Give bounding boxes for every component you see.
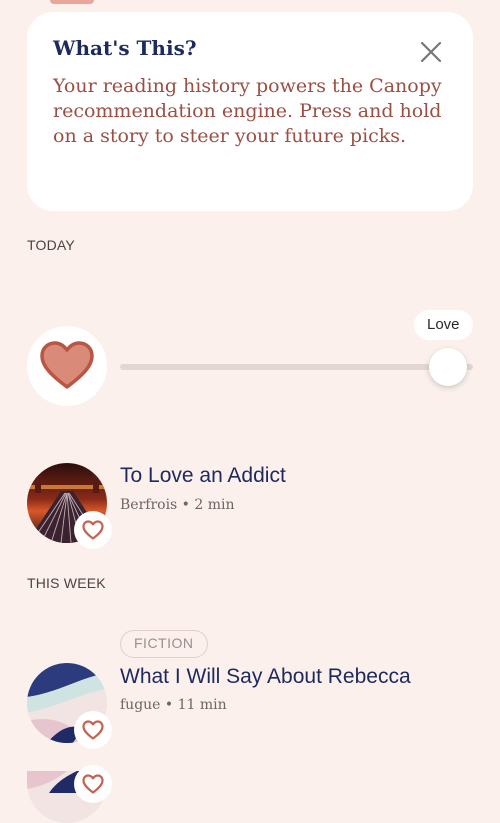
story-meta: fugue • 11 min [120, 697, 227, 713]
story-title[interactable]: To Love an Addict [120, 464, 286, 488]
info-card-title: What's This? [53, 36, 197, 60]
sentiment-heart-circle [27, 326, 107, 406]
sentiment-slider-track[interactable] [120, 364, 473, 370]
heart-outline-icon [82, 520, 104, 540]
heart-outline-icon [82, 720, 104, 740]
heart-icon [40, 341, 94, 389]
favorite-badge[interactable] [74, 711, 112, 749]
genre-tag: FICTION [120, 630, 208, 658]
favorite-badge[interactable] [74, 511, 112, 549]
heart-outline-icon [82, 774, 104, 794]
sentiment-slider-thumb[interactable] [429, 348, 468, 386]
section-label-this-week: THIS WEEK [27, 575, 106, 591]
top-tab-indicator [50, 0, 94, 4]
section-label-today: TODAY [27, 237, 75, 253]
info-card: What's This? Your reading history powers… [27, 12, 473, 211]
favorite-badge[interactable] [74, 765, 112, 803]
info-card-body: Your reading history powers the Canopy r… [53, 75, 442, 147]
slider-tooltip: Love [414, 310, 473, 340]
story-title[interactable]: What I Will Say About Rebecca [120, 665, 411, 689]
story-meta: Berfrois • 2 min [120, 497, 235, 513]
close-icon[interactable] [417, 38, 445, 66]
